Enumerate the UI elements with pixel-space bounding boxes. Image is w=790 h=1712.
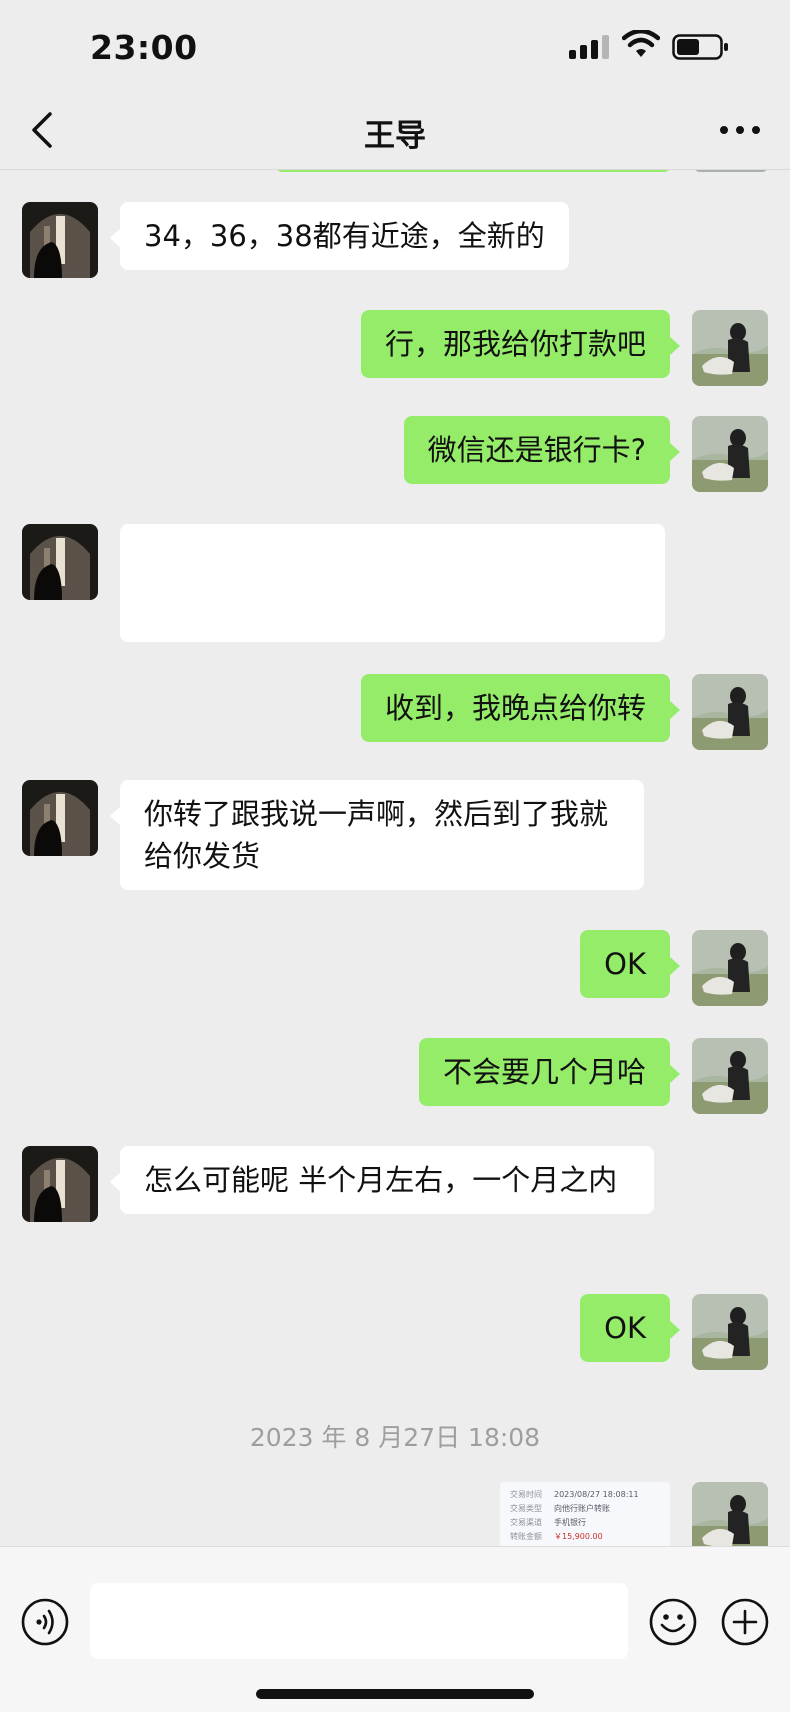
receipt-label: 转账金额 (510, 1532, 542, 1541)
input-bar (0, 1546, 790, 1712)
receipt-label: 交易渠道 (510, 1518, 542, 1527)
contact-avatar[interactable] (22, 1146, 98, 1222)
receipt-label: 交易时间 (510, 1490, 542, 1499)
home-indicator (256, 1689, 534, 1699)
receipt-value: 2023/08/27 18:08:11 (554, 1490, 639, 1499)
chat-area[interactable]: 34，36，38都有近途，全新的 行，那我给你打款吧 微信还是银行卡? 收到，我… (0, 170, 790, 1546)
receipt-label: 交易类型 (510, 1504, 542, 1513)
previous-message-edge (276, 170, 670, 172)
my-avatar[interactable] (692, 310, 768, 386)
voice-icon[interactable] (20, 1597, 70, 1647)
receipt-value: 向他行账户转账 (554, 1504, 610, 1513)
contact-avatar[interactable] (22, 202, 98, 278)
receipt-row: 转账金额 ￥15,900.00 (510, 1530, 660, 1544)
my-avatar[interactable] (692, 1482, 768, 1546)
status-bar: 23:00 (0, 0, 790, 92)
message-input[interactable] (90, 1583, 628, 1659)
my-avatar[interactable] (692, 1294, 768, 1370)
contact-avatar[interactable] (22, 524, 98, 600)
emoji-icon[interactable] (648, 1597, 698, 1647)
receipt-amount: ￥15,900.00 (554, 1532, 603, 1541)
message-bubble-outgoing[interactable]: OK (580, 930, 680, 998)
nav-bar: 王导 (0, 92, 790, 170)
receipt-row: 交易类型 向他行账户转账 (510, 1502, 660, 1516)
previous-avatar-edge (694, 170, 768, 172)
my-avatar[interactable] (692, 930, 768, 1006)
message-bubble-outgoing[interactable]: 收到，我晚点给你转 (360, 674, 681, 742)
message-bubble-obscured[interactable] (120, 524, 665, 642)
wifi-icon (622, 30, 660, 57)
receipt-value: 手机银行 (554, 1518, 586, 1527)
message-bubble-incoming[interactable]: 34，36，38都有近途，全新的 (110, 202, 569, 270)
more-dots-icon[interactable] (716, 118, 764, 142)
status-time: 23:00 (90, 28, 198, 67)
message-bubble-outgoing[interactable]: 行，那我给你打款吧 (360, 310, 681, 378)
receipt-image-message[interactable]: 交易时间 2023/08/27 18:08:11 交易类型 向他行账户转账 交易渠道… (500, 1482, 670, 1546)
battery-icon (672, 34, 728, 60)
receipt-row: 交易时间 2023/08/27 18:08:11 (510, 1488, 660, 1502)
message-bubble-outgoing[interactable]: OK (580, 1294, 680, 1362)
page-title: 王导 (364, 118, 426, 154)
plus-icon[interactable] (720, 1597, 770, 1647)
my-avatar[interactable] (692, 416, 768, 492)
my-avatar[interactable] (692, 674, 768, 750)
timestamp: 2023 年 8 月27日 18:08 (249, 1423, 541, 1452)
signal-icon (569, 35, 609, 59)
message-bubble-incoming[interactable]: 怎么可能呢 半个月左右，一个月之内 (110, 1146, 654, 1214)
contact-avatar[interactable] (22, 780, 98, 856)
message-bubble-outgoing[interactable]: 微信还是银行卡? (403, 416, 681, 484)
receipt-row: 交易渠道 手机银行 (510, 1516, 660, 1530)
my-avatar[interactable] (692, 1038, 768, 1114)
message-bubble-incoming[interactable]: 你转了跟我说一声啊，然后到了我就给你发货 (110, 780, 644, 890)
message-bubble-outgoing[interactable]: 不会要几个月哈 (418, 1038, 681, 1106)
